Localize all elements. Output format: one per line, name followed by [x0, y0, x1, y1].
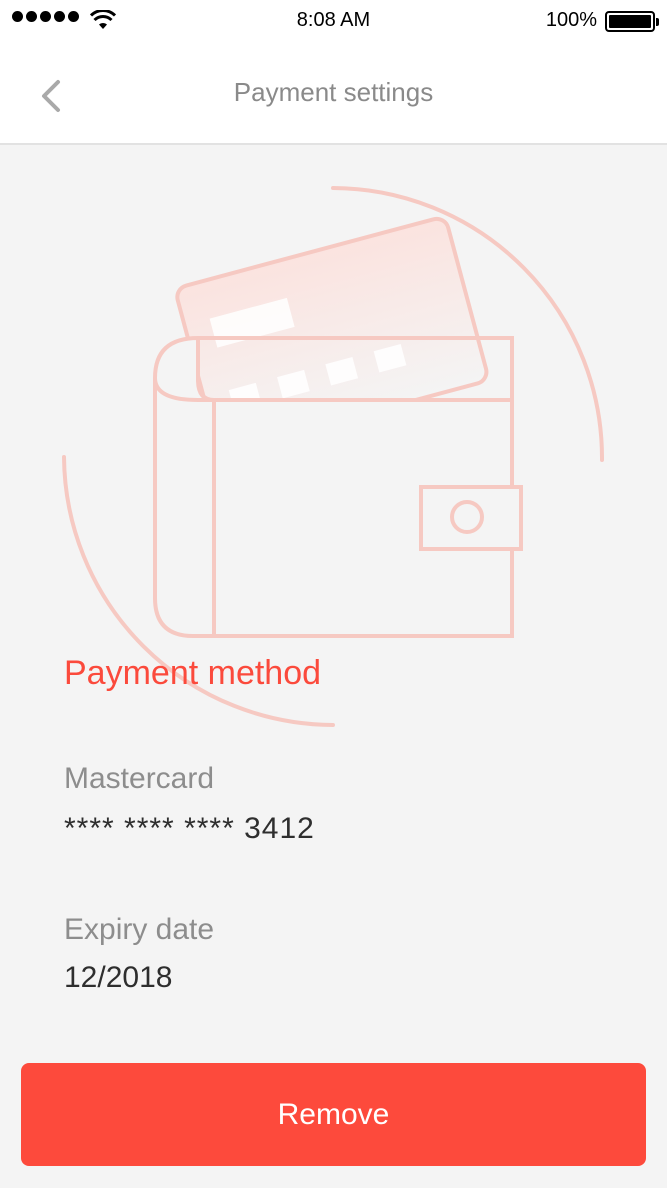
expiry-date-label: Expiry date — [64, 913, 215, 946]
battery-percent: 100% — [545, 9, 597, 31]
nav-bar: Payment settings — [0, 42, 667, 145]
payment-method-heading: Payment method — [64, 654, 322, 692]
remove-button[interactable]: Remove — [21, 1063, 646, 1166]
card-brand-label: Mastercard — [64, 762, 215, 795]
status-bar: 8:08 AM 100% — [0, 0, 667, 42]
page-title: Payment settings — [233, 77, 434, 107]
battery-icon — [605, 11, 659, 32]
card-number: **** **** **** 3412 — [64, 812, 315, 845]
expiry-date-value: 12/2018 — [64, 961, 173, 994]
